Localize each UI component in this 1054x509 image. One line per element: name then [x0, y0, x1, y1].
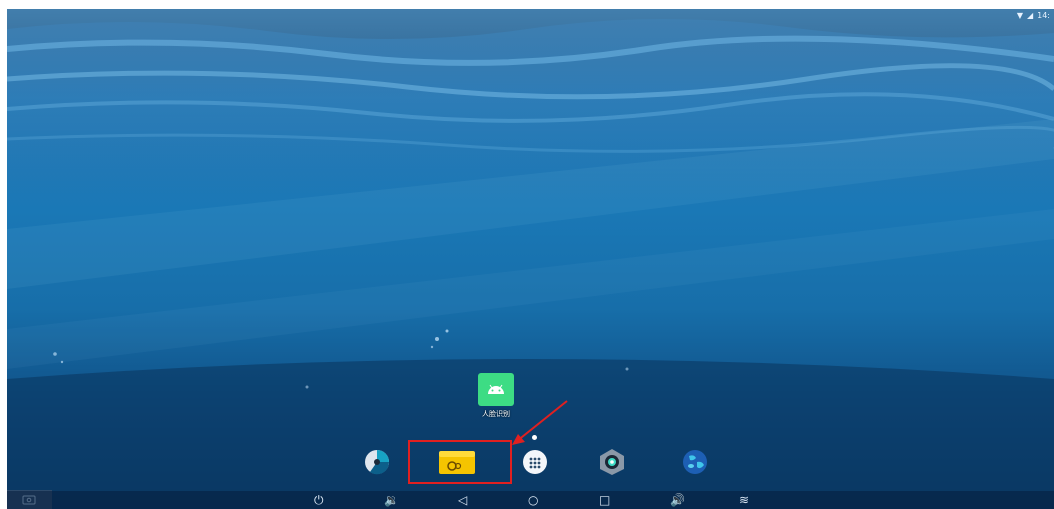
dock-camera[interactable] — [597, 448, 627, 476]
water-wallpaper — [7, 9, 1054, 509]
volume-down-button[interactable]: 🔉 — [384, 493, 399, 507]
dock-app-drawer[interactable] — [520, 448, 550, 476]
file-manager-icon — [365, 450, 390, 475]
home-button[interactable]: ○ — [528, 493, 538, 507]
status-time: 14: — [1037, 11, 1050, 20]
dock-browser[interactable] — [680, 448, 710, 476]
globe-icon — [683, 450, 707, 474]
dock-file-manager[interactable] — [362, 448, 392, 476]
highlight-box — [408, 440, 512, 484]
android-robot-icon — [478, 373, 514, 406]
volume-up-button[interactable]: 🔊 — [670, 493, 685, 507]
signal-icon: ◢ — [1026, 11, 1034, 20]
status-bar: ▼ ◢ 14: — [1017, 11, 1050, 20]
wifi-icon: ▼ — [1016, 11, 1023, 20]
navigation-bar: ⏻ 🔉 ◁ ○ □ 🔊 ≋ — [7, 491, 1054, 509]
power-button[interactable]: ⏻ — [314, 493, 324, 507]
camera-icon — [600, 449, 624, 475]
app-drawer-icon — [523, 450, 547, 474]
expand-button[interactable]: ≋ — [739, 493, 749, 507]
page-indicator-dot — [532, 435, 537, 440]
recents-button[interactable]: □ — [599, 493, 610, 507]
android-home-screen: ▼ ◢ 14: 人脸识别 ⏻ 🔉 ◁ ○ □ 🔊 ≋ — [7, 9, 1054, 509]
back-button[interactable]: ◁ — [458, 493, 467, 507]
app-shortcut-face-recognition[interactable]: 人脸识别 — [470, 373, 522, 419]
app-label: 人脸识别 — [482, 410, 510, 418]
